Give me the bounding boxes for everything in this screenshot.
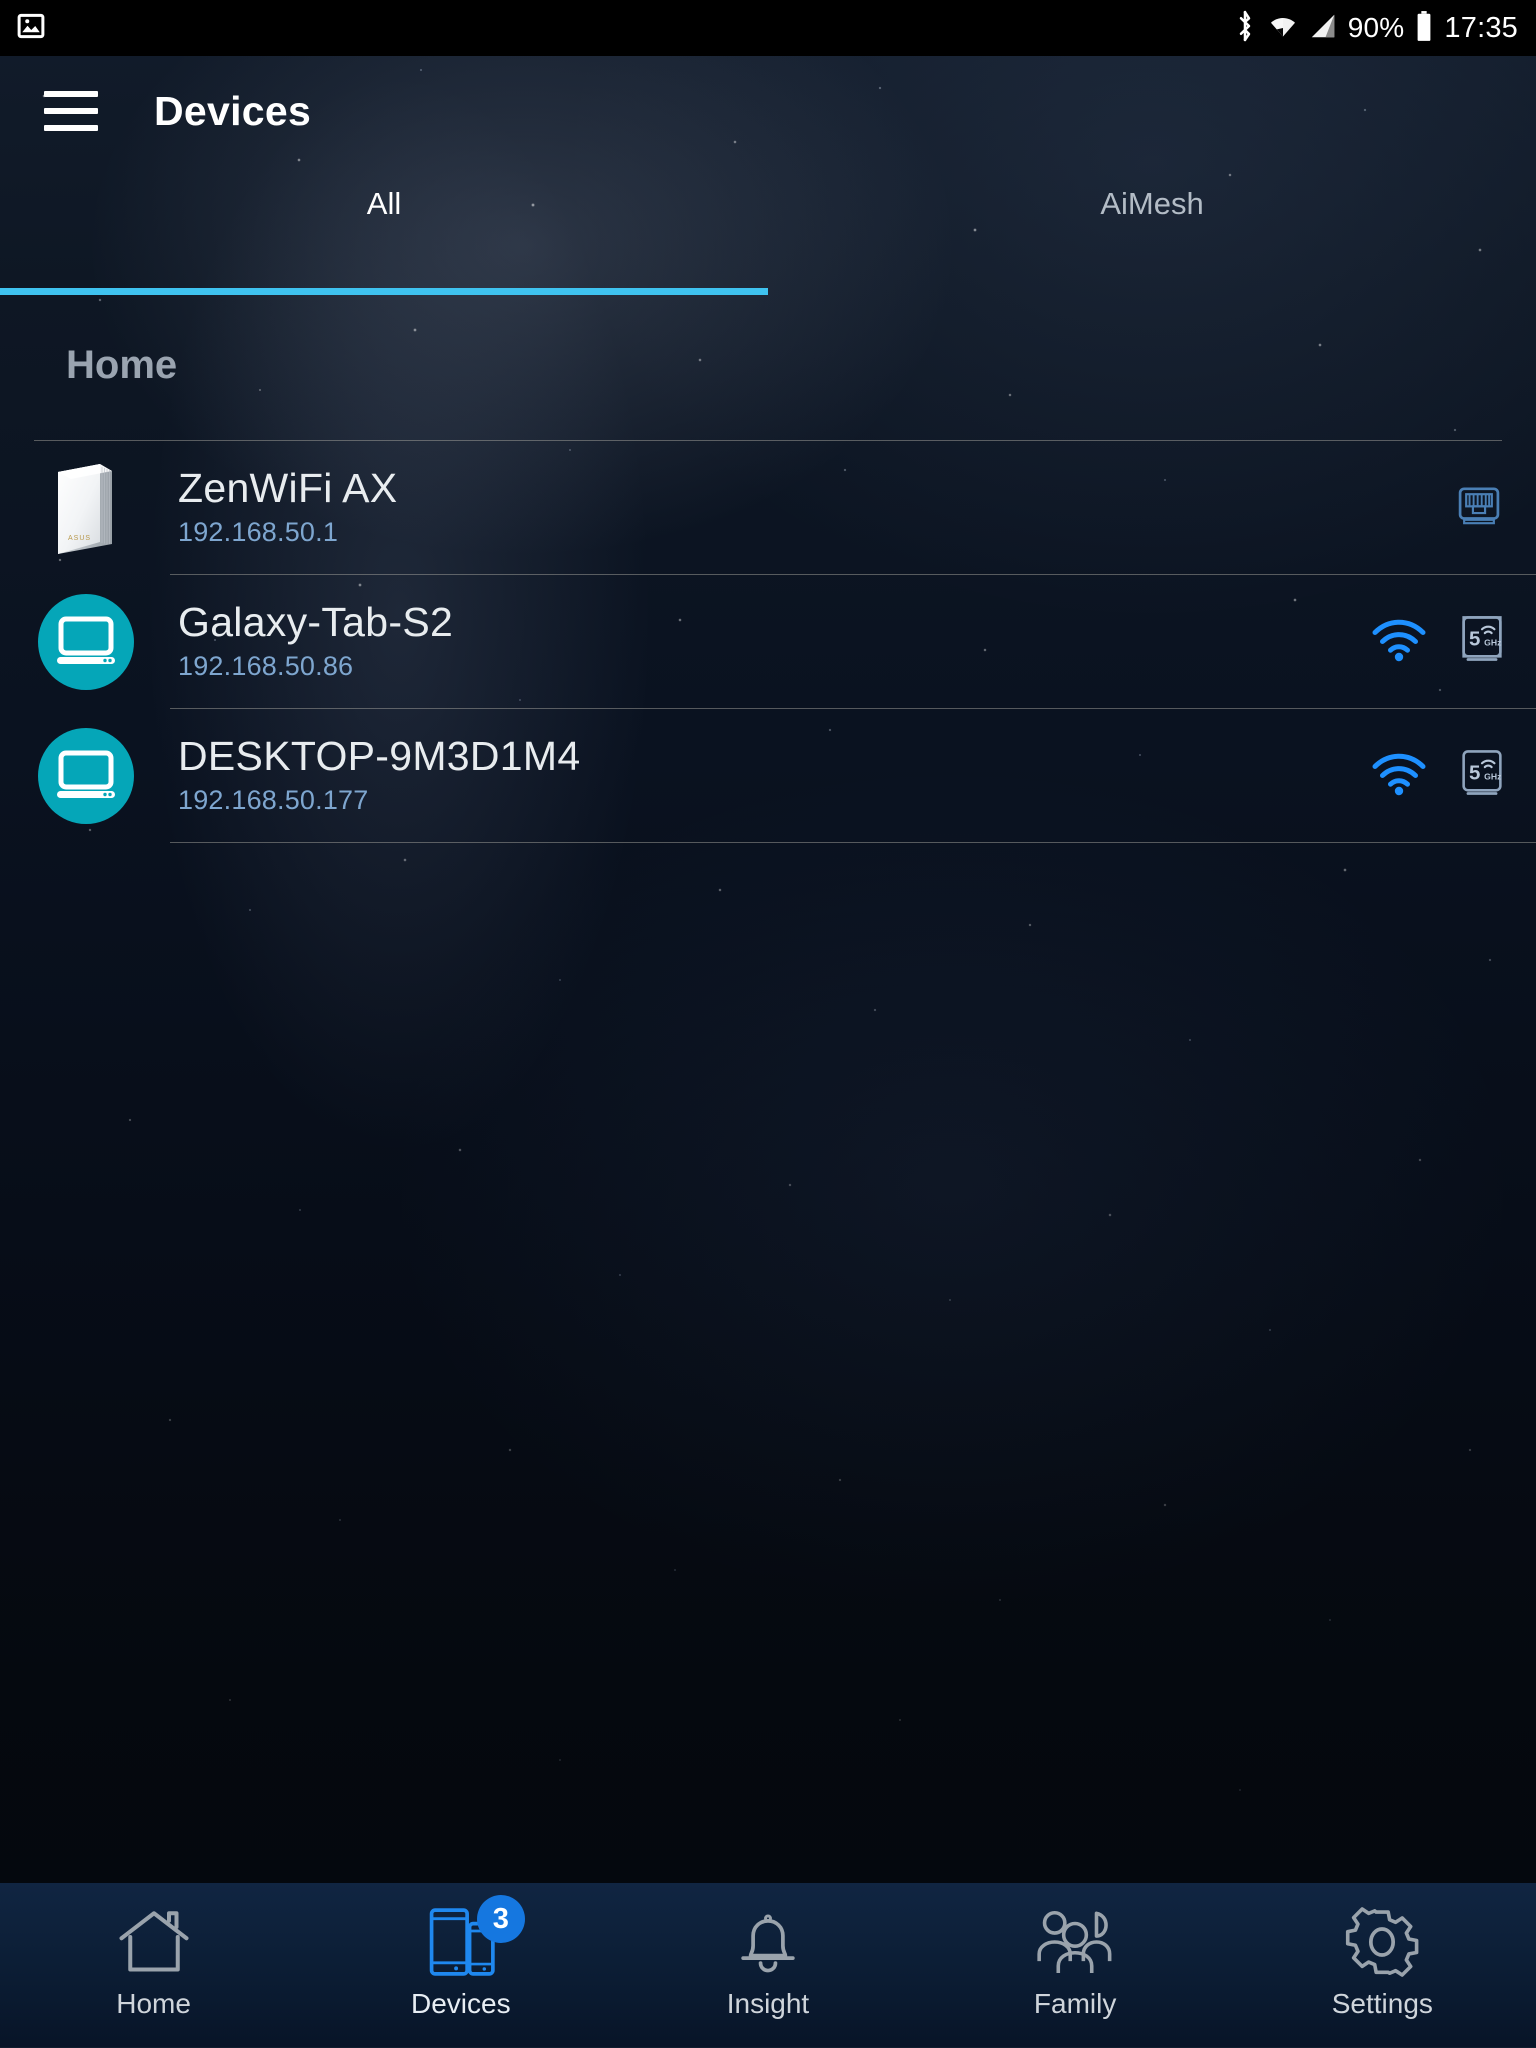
page-title: Devices: [154, 87, 312, 134]
tab-bar: All AiMesh: [0, 166, 1536, 241]
nav-label: Home: [116, 1988, 191, 2019]
wifi-icon: [1268, 11, 1298, 46]
svg-text:ASUS: ASUS: [68, 535, 91, 542]
house-icon: [116, 1903, 192, 1981]
band-badge-5ghz: 5 GHz: [1458, 612, 1506, 671]
device-ip: 192.168.50.86: [178, 650, 354, 681]
app-screen: 90% 17:35 Devices All AiMesh Home ASUS Z…: [0, 0, 1536, 2048]
wifi-signal-icon: [1370, 750, 1428, 801]
device-name: Galaxy-Tab-S2: [178, 599, 454, 646]
router-image: ASUS: [38, 460, 134, 556]
bell-icon: [731, 1903, 805, 1981]
tab-aimesh[interactable]: AiMesh: [768, 166, 1536, 241]
nav-label: Settings: [1331, 1988, 1433, 2019]
ethernet-port-icon: [1452, 478, 1506, 537]
nav-label: Insight: [726, 1988, 810, 2019]
status-bar-left: [16, 11, 46, 46]
device-info: Galaxy-Tab-S2 192.168.50.86: [178, 601, 453, 681]
computer-icon: [38, 727, 134, 824]
device-row[interactable]: ASUS ZenWiFi AX 192.168.50.1: [0, 441, 1536, 574]
devices-badge: 3: [476, 1895, 525, 1943]
section-header-home: Home: [66, 343, 178, 387]
device-status: 5 GHz: [1370, 746, 1506, 805]
avatar: [38, 727, 134, 824]
device-ip: 192.168.50.1: [178, 516, 339, 547]
nav-item-settings[interactable]: Settings: [1229, 1883, 1536, 2048]
tab-aimesh-label: AiMesh: [1100, 185, 1204, 221]
clock-label: 17:35: [1444, 11, 1518, 44]
svg-text:GHz: GHz: [1484, 637, 1501, 647]
devices-icon: 3: [423, 1895, 525, 1981]
status-bar: 90% 17:35: [0, 0, 1536, 56]
device-list-container: Home ASUS ZenWiFi AX 192.168.50.1 Galaxy…: [0, 295, 1536, 1883]
nav-item-devices[interactable]: 3 Devices: [307, 1883, 614, 2048]
bottom-navigation-bar: Home 3 Devices Insight Family Settings: [0, 1883, 1536, 2048]
nav-label: Family: [1033, 1988, 1117, 2019]
app-bar: Devices: [0, 56, 1536, 166]
device-info: DESKTOP-9M3D1M4 192.168.50.177: [178, 735, 580, 815]
tab-active-indicator: [0, 288, 768, 295]
gear-icon: [1344, 1903, 1420, 1981]
svg-text:5: 5: [1469, 761, 1480, 784]
cellular-signal-icon: [1308, 11, 1338, 46]
device-status: 5 GHz: [1370, 612, 1506, 671]
nav-label: Devices: [410, 1988, 511, 2019]
device-name: DESKTOP-9M3D1M4: [178, 733, 581, 780]
image-icon: [16, 11, 46, 46]
computer-icon: [38, 593, 134, 690]
device-info: ZenWiFi AX 192.168.50.1: [178, 467, 397, 547]
battery-full-icon: [1414, 10, 1434, 47]
battery-percent-label: 90%: [1347, 12, 1405, 43]
device-name: ZenWiFi AX: [178, 465, 398, 512]
hamburger-menu-icon[interactable]: [44, 91, 98, 131]
row-divider: [170, 842, 1536, 843]
nav-item-home[interactable]: Home: [0, 1883, 307, 2048]
people-icon: [1032, 1903, 1118, 1981]
bluetooth-icon: [1232, 10, 1258, 47]
device-status: [1452, 478, 1506, 537]
svg-text:5: 5: [1469, 627, 1480, 650]
avatar: [38, 593, 134, 690]
band-badge-5ghz: 5 GHz: [1458, 746, 1506, 805]
nav-item-family[interactable]: Family: [922, 1883, 1229, 2048]
svg-text:GHz: GHz: [1484, 771, 1501, 781]
status-bar-right: 90% 17:35: [1232, 10, 1518, 47]
tab-all-label: All: [366, 185, 402, 221]
device-row[interactable]: Galaxy-Tab-S2 192.168.50.86 5 GHz: [0, 575, 1536, 708]
device-ip: 192.168.50.177: [178, 784, 369, 815]
wifi-signal-icon: [1370, 616, 1428, 667]
nav-item-insight[interactable]: Insight: [614, 1883, 921, 2048]
tab-all[interactable]: All: [0, 166, 768, 241]
device-row[interactable]: DESKTOP-9M3D1M4 192.168.50.177 5 GHz: [0, 709, 1536, 842]
